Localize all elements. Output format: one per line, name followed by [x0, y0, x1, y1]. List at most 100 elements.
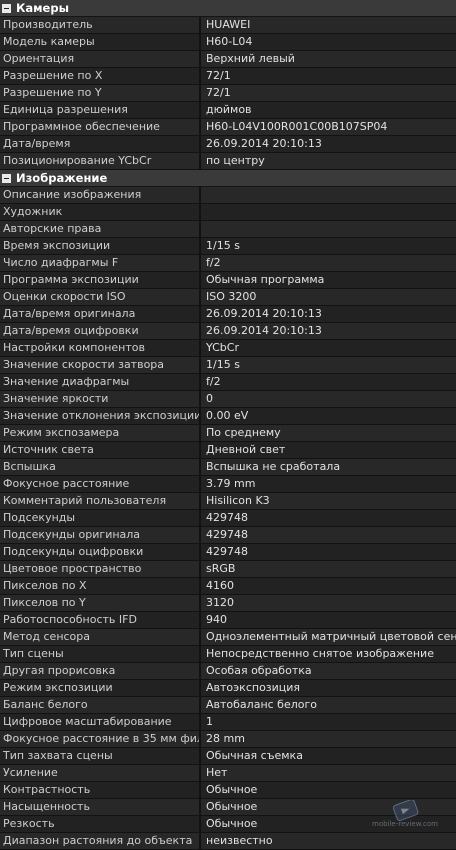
property-row[interactable]: Режим экспозиции Автоэкспозиция: [0, 680, 456, 697]
property-name: Тип сцены: [0, 646, 201, 662]
property-name: Значение отклонения экспозиции: [0, 408, 201, 424]
property-value: 26.09.2014 20:10:13: [201, 323, 456, 339]
property-row[interactable]: Значение скорости затвора 1/15 s: [0, 357, 456, 374]
property-row[interactable]: Баланс белого Автобаланс белого: [0, 697, 456, 714]
collapse-icon[interactable]: [2, 3, 11, 13]
property-row[interactable]: Разрешение по Y 72/1: [0, 85, 456, 102]
property-value: ISO 3200: [201, 289, 456, 305]
property-row[interactable]: Единица разрешения дюймов: [0, 102, 456, 119]
section-header-image[interactable]: Изображение: [0, 170, 456, 187]
property-value: 26.09.2014 20:10:13: [201, 136, 456, 152]
collapse-icon[interactable]: [2, 173, 11, 183]
property-row[interactable]: Позиционирование YCbCr по центру: [0, 153, 456, 170]
property-group: Производитель HUAWEI Модель камеры H60-L04 О…: [0, 17, 456, 170]
property-value: Одноэлементный матричный цветовой сенсор: [201, 629, 456, 645]
property-row[interactable]: Значение отклонения экспозиции 0.00 eV: [0, 408, 456, 425]
property-row[interactable]: Ориентация Верхний левый: [0, 51, 456, 68]
property-value: Особая обработка: [201, 663, 456, 679]
property-row[interactable]: Работоспособность IFD 940: [0, 612, 456, 629]
property-value: Обычное: [201, 799, 456, 815]
property-row[interactable]: Пикселов по Y 3120: [0, 595, 456, 612]
property-row[interactable]: Настройки компонентов YCbCr: [0, 340, 456, 357]
property-name: Диапазон растояния до объекта: [0, 833, 201, 849]
property-name: Авторские права: [0, 221, 201, 237]
property-value: HUAWEI: [201, 17, 456, 33]
property-value: Автоэкспозиция: [201, 680, 456, 696]
property-value: 1/15 s: [201, 357, 456, 373]
property-name: Контрастность: [0, 782, 201, 798]
property-row[interactable]: Дата/время оцифровки 26.09.2014 20:10:13: [0, 323, 456, 340]
property-name: Число диафрагмы F: [0, 255, 201, 271]
property-row[interactable]: Описание изображения: [0, 187, 456, 204]
property-value: f/2: [201, 374, 456, 390]
property-row[interactable]: Насыщенность Обычное: [0, 799, 456, 816]
property-name: Значение яркости: [0, 391, 201, 407]
property-row[interactable]: Подсекунды оригинала 429748: [0, 527, 456, 544]
property-name: Подсекунды оцифровки: [0, 544, 201, 560]
property-name: Дата/время оригинала: [0, 306, 201, 322]
property-value: Непосредственно снятое изображение: [201, 646, 456, 662]
property-row[interactable]: Усиление Нет: [0, 765, 456, 782]
property-value: [201, 187, 456, 203]
property-name: Пикселов по Y: [0, 595, 201, 611]
property-value: 72/1: [201, 68, 456, 84]
property-row[interactable]: Модель камеры H60-L04: [0, 34, 456, 51]
property-row[interactable]: Время экспозиции 1/15 s: [0, 238, 456, 255]
property-value: Верхний левый: [201, 51, 456, 67]
property-value: 429748: [201, 544, 456, 560]
property-name: Работоспособность IFD: [0, 612, 201, 628]
property-value: 940: [201, 612, 456, 628]
property-value: H60-L04V100R001C00B107SP04: [201, 119, 456, 135]
property-value: 1: [201, 714, 456, 730]
section-header-cameras[interactable]: Камеры: [0, 0, 456, 17]
property-row[interactable]: Производитель HUAWEI: [0, 17, 456, 34]
property-row[interactable]: Число диафрагмы Ff/2: [0, 255, 456, 272]
property-row[interactable]: Диапазон растояния до объекта неизвестно: [0, 833, 456, 850]
section-title: Камеры: [16, 0, 69, 15]
property-name: Насыщенность: [0, 799, 201, 815]
property-name: Оценки скорости ISO: [0, 289, 201, 305]
property-row[interactable]: Оценки скорости ISO ISO 3200: [0, 289, 456, 306]
property-row[interactable]: Дата/время оригинала 26.09.2014 20:10:13: [0, 306, 456, 323]
property-row[interactable]: Подсекунды 429748: [0, 510, 456, 527]
property-row[interactable]: Программа экспозиции Обычная программа: [0, 272, 456, 289]
property-row[interactable]: Метод сенсора Одноэлементный матричный цв…: [0, 629, 456, 646]
property-row[interactable]: Тип сцены Непосредственно снятое изображе…: [0, 646, 456, 663]
property-name: Разрешение по Y: [0, 85, 201, 101]
property-row[interactable]: Источник света Дневной свет: [0, 442, 456, 459]
property-row[interactable]: Комментарий пользователя Hisilicon K3: [0, 493, 456, 510]
property-name: Цветовое пространство: [0, 561, 201, 577]
property-row[interactable]: Подсекунды оцифровки 429748: [0, 544, 456, 561]
property-value: по центру: [201, 153, 456, 169]
property-row[interactable]: Цифровое масштабирование 1: [0, 714, 456, 731]
property-row[interactable]: Художник: [0, 204, 456, 221]
property-value: неизвестно: [201, 833, 456, 849]
property-name: Источник света: [0, 442, 201, 458]
property-name: Режим экспозамера: [0, 425, 201, 441]
property-row[interactable]: Фокусное расстояние в 35 мм филь... 28 mm: [0, 731, 456, 748]
property-value: 4160: [201, 578, 456, 594]
property-value: H60-L04: [201, 34, 456, 50]
property-name: Комментарий пользователя: [0, 493, 201, 509]
property-name: Художник: [0, 204, 201, 220]
property-value: [201, 221, 456, 237]
property-value: f/2: [201, 255, 456, 271]
property-row[interactable]: Цветовое пространство sRGB: [0, 561, 456, 578]
property-row[interactable]: Вспышка Вспышка не сработала: [0, 459, 456, 476]
property-row[interactable]: Резкость Обычное: [0, 816, 456, 833]
property-row[interactable]: Контрастность Обычное: [0, 782, 456, 799]
property-value: Обычная съемка: [201, 748, 456, 764]
property-row[interactable]: Разрешение по X 72/1: [0, 68, 456, 85]
property-row[interactable]: Другая прорисовка Особая обработка: [0, 663, 456, 680]
property-row[interactable]: Пикселов по X 4160: [0, 578, 456, 595]
property-row[interactable]: Дата/время 26.09.2014 20:10:13: [0, 136, 456, 153]
property-row[interactable]: Авторские права: [0, 221, 456, 238]
property-row[interactable]: Программное обеспечение H60-L04V100R001C0…: [0, 119, 456, 136]
property-row[interactable]: Тип захвата сцены Обычная съемка: [0, 748, 456, 765]
property-value: Дневной свет: [201, 442, 456, 458]
property-row[interactable]: Фокусное расстояние 3.79 mm: [0, 476, 456, 493]
property-value: Нет: [201, 765, 456, 781]
property-row[interactable]: Значение яркости 0: [0, 391, 456, 408]
property-row[interactable]: Значение диафрагмы f/2: [0, 374, 456, 391]
property-row[interactable]: Режим экспозамера По среднему: [0, 425, 456, 442]
